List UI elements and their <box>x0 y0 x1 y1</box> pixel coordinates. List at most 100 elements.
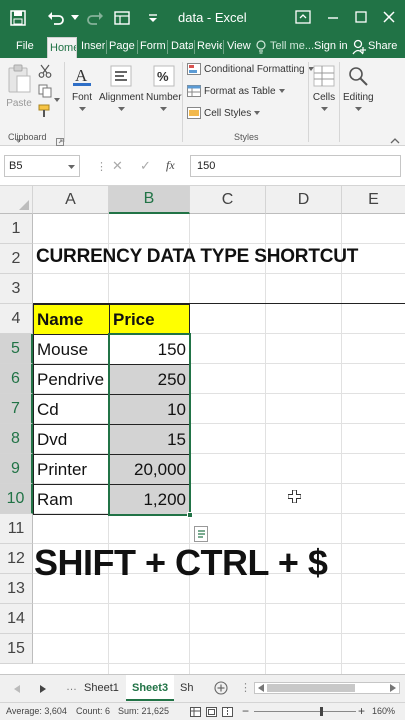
zoom-slider-thumb[interactable] <box>320 707 323 716</box>
tab-page-layout[interactable]: Page l <box>107 36 136 58</box>
tabs-overflow-icon[interactable]: … <box>66 681 77 693</box>
editing-icon <box>349 67 368 86</box>
minimize-icon[interactable] <box>322 6 344 28</box>
ribbon-display-options-icon[interactable] <box>292 6 314 28</box>
row-header[interactable]: 14 <box>0 604 33 634</box>
save-icon[interactable] <box>8 8 28 28</box>
tab-view[interactable]: View <box>225 36 251 58</box>
cells-button[interactable]: Cells <box>312 64 336 111</box>
price-cell[interactable]: 10 <box>109 394 190 425</box>
column-header-d[interactable]: D <box>266 186 342 214</box>
percent-icon: % <box>153 65 175 87</box>
select-all-corner[interactable] <box>0 186 33 214</box>
row-header[interactable]: 12 <box>0 544 33 574</box>
sheet-tab-more[interactable]: Sh <box>174 675 199 701</box>
maximize-icon[interactable] <box>350 6 372 28</box>
price-cell[interactable]: 1,200 <box>109 484 190 515</box>
sheet-tab-sheet1[interactable]: Sheet1 <box>78 675 125 701</box>
name-cell[interactable]: Mouse <box>33 334 110 365</box>
horizontal-scrollbar[interactable] <box>254 682 400 694</box>
new-sheet-icon[interactable] <box>214 681 228 698</box>
name-cell[interactable]: Dvd <box>33 424 110 455</box>
quick-analysis-icon[interactable] <box>194 526 208 542</box>
tab-review[interactable]: Revie <box>195 36 222 58</box>
cut-icon[interactable] <box>38 64 52 83</box>
conditional-formatting-button[interactable]: Conditional Formatting <box>187 63 314 75</box>
formula-input[interactable]: 150 <box>190 155 401 177</box>
undo-dropdown-icon[interactable] <box>70 8 80 28</box>
scroll-tabs-left-icon[interactable] <box>14 684 20 696</box>
zoom-slider[interactable] <box>254 707 356 716</box>
tabs-split-icon[interactable]: ⋮ <box>240 681 251 694</box>
tab-insert[interactable]: Insert <box>79 36 105 58</box>
sign-in-link[interactable]: Sign in <box>312 36 350 58</box>
column-header-c[interactable]: C <box>190 186 266 214</box>
redo-icon[interactable] <box>84 8 106 28</box>
header-name-cell[interactable]: Name <box>33 304 110 335</box>
share-person-icon[interactable] <box>352 39 366 58</box>
share-button[interactable]: Share <box>366 36 399 58</box>
editing-button[interactable]: Editing <box>343 64 374 111</box>
insert-function-icon[interactable]: fx <box>166 158 175 173</box>
row-header[interactable]: 15 <box>0 634 33 664</box>
tab-file[interactable]: File <box>14 36 36 58</box>
tab-formulas[interactable]: Formu <box>138 36 166 58</box>
customize-toolbar-icon[interactable] <box>146 8 160 28</box>
column-header-b[interactable]: B <box>109 186 190 214</box>
form-icon[interactable] <box>112 8 132 28</box>
row-header[interactable]: 2 <box>0 244 33 274</box>
enter-icon[interactable]: ✓ <box>140 158 151 174</box>
tell-me-search[interactable]: Tell me... <box>268 36 316 58</box>
row-header[interactable]: 9 <box>0 454 33 484</box>
header-price-cell[interactable]: Price <box>109 304 190 335</box>
row-header[interactable]: 5 <box>0 334 33 364</box>
row-header[interactable]: 11 <box>0 514 33 544</box>
paste-button[interactable]: Paste <box>6 64 32 109</box>
scroll-tabs-right-icon[interactable] <box>40 684 46 696</box>
font-button[interactable]: A Font <box>70 64 94 111</box>
number-button[interactable]: % Number <box>146 64 182 111</box>
name-cell[interactable]: Cd <box>33 394 110 425</box>
format-painter-icon[interactable] <box>38 104 52 123</box>
row-header[interactable]: 10 <box>0 484 33 514</box>
row-header[interactable]: 3 <box>0 274 33 304</box>
copy-icon[interactable] <box>38 84 52 103</box>
row-header[interactable]: 4 <box>0 304 33 334</box>
zoom-level[interactable]: 160% <box>372 706 395 716</box>
name-box[interactable]: B5 <box>4 155 80 177</box>
cancel-icon[interactable]: ✕ <box>112 158 123 174</box>
zoom-in-button[interactable]: + <box>358 704 365 718</box>
fill-handle[interactable] <box>187 512 193 518</box>
undo-icon[interactable] <box>44 8 68 28</box>
paste-icon <box>8 64 31 93</box>
column-header-e[interactable]: E <box>342 186 405 214</box>
price-cell[interactable]: 250 <box>109 364 190 395</box>
name-cell[interactable]: Ram <box>33 484 110 515</box>
price-cell[interactable]: 20,000 <box>109 454 190 485</box>
row-header[interactable]: 1 <box>0 214 33 244</box>
worksheet-grid[interactable]: A B C D E 1 2 3 4 5 6 7 8 9 10 11 12 13 … <box>0 186 405 674</box>
alignment-button[interactable]: Alignment <box>99 64 143 111</box>
page-break-view-icon[interactable] <box>222 707 233 719</box>
normal-view-icon[interactable] <box>190 707 201 719</box>
cell-styles-button[interactable]: Cell Styles <box>187 107 261 119</box>
name-cell[interactable]: Pendrive <box>33 364 110 395</box>
page-layout-view-icon[interactable] <box>206 707 217 719</box>
copy-dropdown-icon[interactable] <box>54 89 60 107</box>
tab-data[interactable]: Data <box>169 36 193 58</box>
scrollbar-thumb[interactable] <box>267 684 355 692</box>
ribbon-tabs: File Home Insert Page l Formu Data Revie… <box>0 36 405 59</box>
format-as-table-button[interactable]: Format as Table <box>187 85 285 97</box>
row-header[interactable]: 8 <box>0 424 33 454</box>
close-icon[interactable] <box>378 6 400 28</box>
price-cell[interactable]: 15 <box>109 424 190 455</box>
name-cell[interactable]: Printer <box>33 454 110 485</box>
row-header[interactable]: 7 <box>0 394 33 424</box>
tab-home[interactable]: Home <box>47 37 77 59</box>
row-header[interactable]: 6 <box>0 364 33 394</box>
zoom-out-button[interactable]: − <box>242 704 249 718</box>
sheet-tab-sheet3[interactable]: Sheet3 <box>126 675 175 701</box>
price-cell-active[interactable]: 150 <box>109 334 190 365</box>
row-header[interactable]: 13 <box>0 574 33 604</box>
column-header-a[interactable]: A <box>33 186 109 214</box>
